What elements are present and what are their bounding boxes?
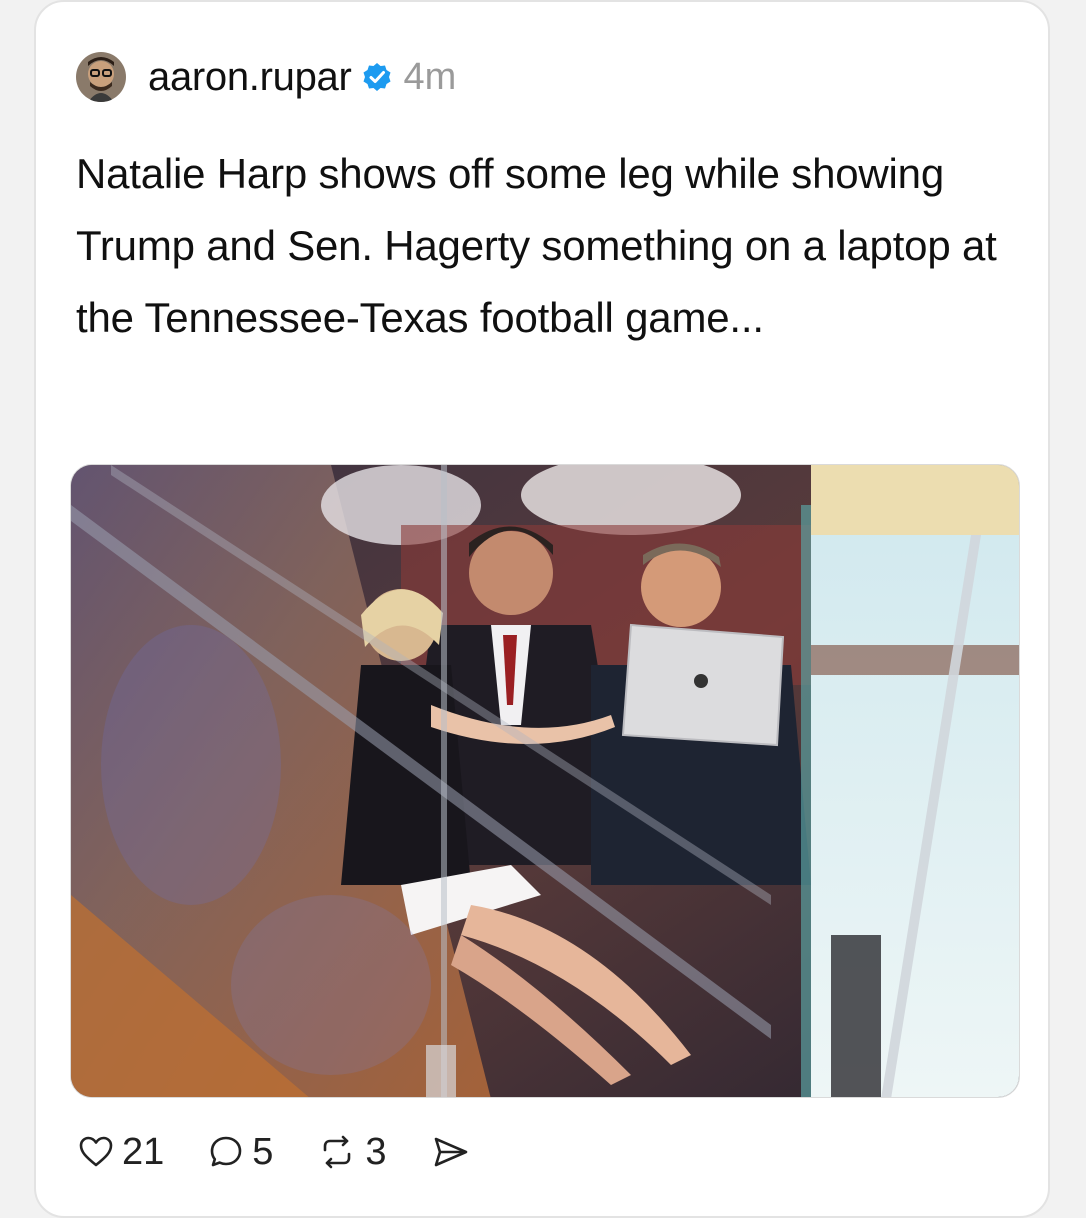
comment-icon bbox=[208, 1134, 244, 1170]
post-card[interactable]: aaron.rupar 4m Natalie Harp shows off so… bbox=[34, 0, 1050, 1218]
post-photo[interactable] bbox=[70, 464, 1020, 1098]
like-count: 21 bbox=[122, 1130, 165, 1173]
post-header: aaron.rupar 4m bbox=[76, 50, 456, 104]
repost-count: 3 bbox=[365, 1130, 387, 1173]
reply-button[interactable]: 5 bbox=[208, 1131, 273, 1174]
avatar[interactable] bbox=[76, 52, 126, 102]
send-icon bbox=[431, 1134, 471, 1170]
like-button[interactable]: 21 bbox=[78, 1131, 164, 1174]
verified-badge-icon bbox=[362, 62, 392, 92]
post-actions: 21 5 3 bbox=[78, 1124, 515, 1180]
share-button[interactable] bbox=[431, 1134, 471, 1170]
username[interactable]: aaron.rupar bbox=[148, 55, 352, 100]
repost-icon bbox=[317, 1134, 357, 1170]
post-timestamp: 4m bbox=[403, 55, 457, 98]
repost-button[interactable]: 3 bbox=[317, 1130, 387, 1174]
heart-icon bbox=[78, 1134, 114, 1170]
reply-count: 5 bbox=[252, 1130, 274, 1173]
post-text: Natalie Harp shows off some leg while sh… bbox=[76, 150, 997, 341]
